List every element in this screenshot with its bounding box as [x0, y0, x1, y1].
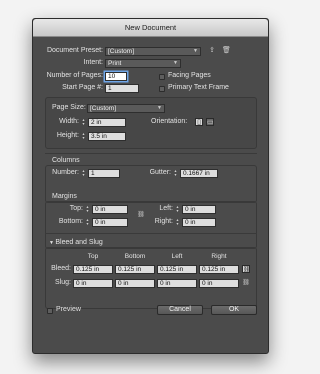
bleed-header-right: Right [211, 253, 227, 260]
bleed-header-bottom: Bottom [124, 253, 146, 260]
margin-left-input[interactable]: 0 in [182, 205, 216, 214]
document-preset-select[interactable]: [Custom] ▼ [105, 47, 201, 56]
document-preset-value: [Custom] [108, 48, 135, 55]
start-page-input[interactable]: 1 [105, 84, 139, 93]
page-size-value: [Custom] [90, 105, 117, 112]
divider [45, 153, 257, 154]
document-preset-label: Document Preset: [46, 47, 103, 54]
cancel-button[interactable]: Cancel [157, 305, 203, 315]
page-size-label: Page Size: [52, 104, 86, 111]
margin-right-input[interactable]: 0 in [182, 218, 216, 227]
primary-text-frame-checkbox[interactable] [159, 86, 165, 92]
columns-number-input[interactable]: 1 [88, 169, 120, 178]
chain-link-icon[interactable]: ⛓ [242, 265, 251, 273]
height-label: Height: [56, 132, 79, 139]
preview-label: Preview [56, 306, 81, 313]
bleed-header-top: Top [87, 253, 99, 260]
bleed-left-input[interactable]: 0.125 in [157, 265, 197, 274]
height-input[interactable]: 3.5 in [88, 132, 126, 141]
slug-left-input[interactable]: 0 in [157, 279, 197, 288]
margin-bottom-label: Bottom: [58, 218, 83, 225]
facing-pages-label: Facing Pages [168, 72, 211, 79]
gutter-input[interactable]: 0.1667 in [180, 169, 218, 178]
number-of-pages-input[interactable]: 10 [105, 72, 127, 81]
bleed-label: Bleed: [51, 265, 71, 272]
width-stepper[interactable]: ▲ ▼ [81, 118, 86, 127]
dialog-title: New Document [33, 19, 268, 37]
intent-label: Intent: [83, 59, 103, 66]
columns-number-label: Number: [52, 169, 79, 176]
margin-top-label: Top: [69, 205, 83, 212]
bleed-slug-title: Bleed and Slug [55, 239, 103, 246]
portrait-orientation-icon[interactable]: ▯ [195, 118, 203, 126]
bleed-top-input[interactable]: 0.125 in [73, 265, 113, 274]
bleed-right-input[interactable]: 0.125 in [199, 265, 239, 274]
dropdown-arrow-icon: ▼ [193, 48, 198, 54]
columns-number-stepper[interactable]: ▲ ▼ [81, 169, 86, 178]
dropdown-arrow-icon: ▼ [173, 60, 178, 66]
trash-icon[interactable]: 🗑 [222, 47, 231, 55]
margin-bottom-input[interactable]: 0 in [92, 218, 128, 227]
width-label: Width: [59, 118, 79, 125]
bleed-bottom-input[interactable]: 0.125 in [115, 265, 155, 274]
facing-pages-checkbox[interactable] [159, 74, 165, 80]
number-of-pages-label: Number of Pages: [46, 72, 103, 79]
slug-top-input[interactable]: 0 in [73, 279, 113, 288]
slug-bottom-input[interactable]: 0 in [115, 279, 155, 288]
slug-label: Slug: [55, 279, 71, 286]
margin-left-label: Left: [159, 205, 173, 212]
new-document-dialog: New Document Document Preset: [Custom] ▼… [32, 18, 269, 354]
dropdown-arrow-icon: ▼ [157, 105, 162, 111]
save-preset-icon[interactable]: ⇪ [208, 47, 216, 55]
landscape-orientation-icon[interactable]: ▭ [206, 118, 214, 126]
ok-button[interactable]: OK [211, 305, 257, 315]
slug-right-input[interactable]: 0 in [199, 279, 239, 288]
margin-top-input[interactable]: 0 in [92, 205, 128, 214]
orientation-label: Orientation: [151, 118, 188, 125]
width-input[interactable]: 2 in [88, 118, 126, 127]
divider [45, 233, 257, 234]
gutter-label: Gutter: [149, 169, 171, 176]
preview-checkbox[interactable] [47, 308, 53, 314]
margin-left-stepper[interactable]: ▲ ▼ [175, 205, 180, 214]
start-page-label: Start Page #: [62, 84, 103, 91]
height-stepper[interactable]: ▲ ▼ [81, 132, 86, 141]
intent-value: Print [108, 60, 122, 67]
margin-bottom-stepper[interactable]: ▲ ▼ [85, 218, 90, 227]
margin-right-label: Right: [154, 218, 173, 225]
intent-select[interactable]: Print ▼ [105, 59, 181, 68]
margin-top-stepper[interactable]: ▲ ▼ [85, 205, 90, 214]
page-size-select[interactable]: [Custom] ▼ [87, 104, 165, 113]
gutter-stepper[interactable]: ▲ ▼ [173, 169, 178, 178]
chain-link-icon[interactable]: ⛓ [137, 211, 145, 219]
bleed-header-left: Left [171, 253, 183, 260]
margin-right-stepper[interactable]: ▲ ▼ [175, 218, 180, 227]
primary-text-frame-label: Primary Text Frame [168, 84, 229, 91]
chain-link-icon[interactable]: ⛓ [242, 279, 250, 287]
